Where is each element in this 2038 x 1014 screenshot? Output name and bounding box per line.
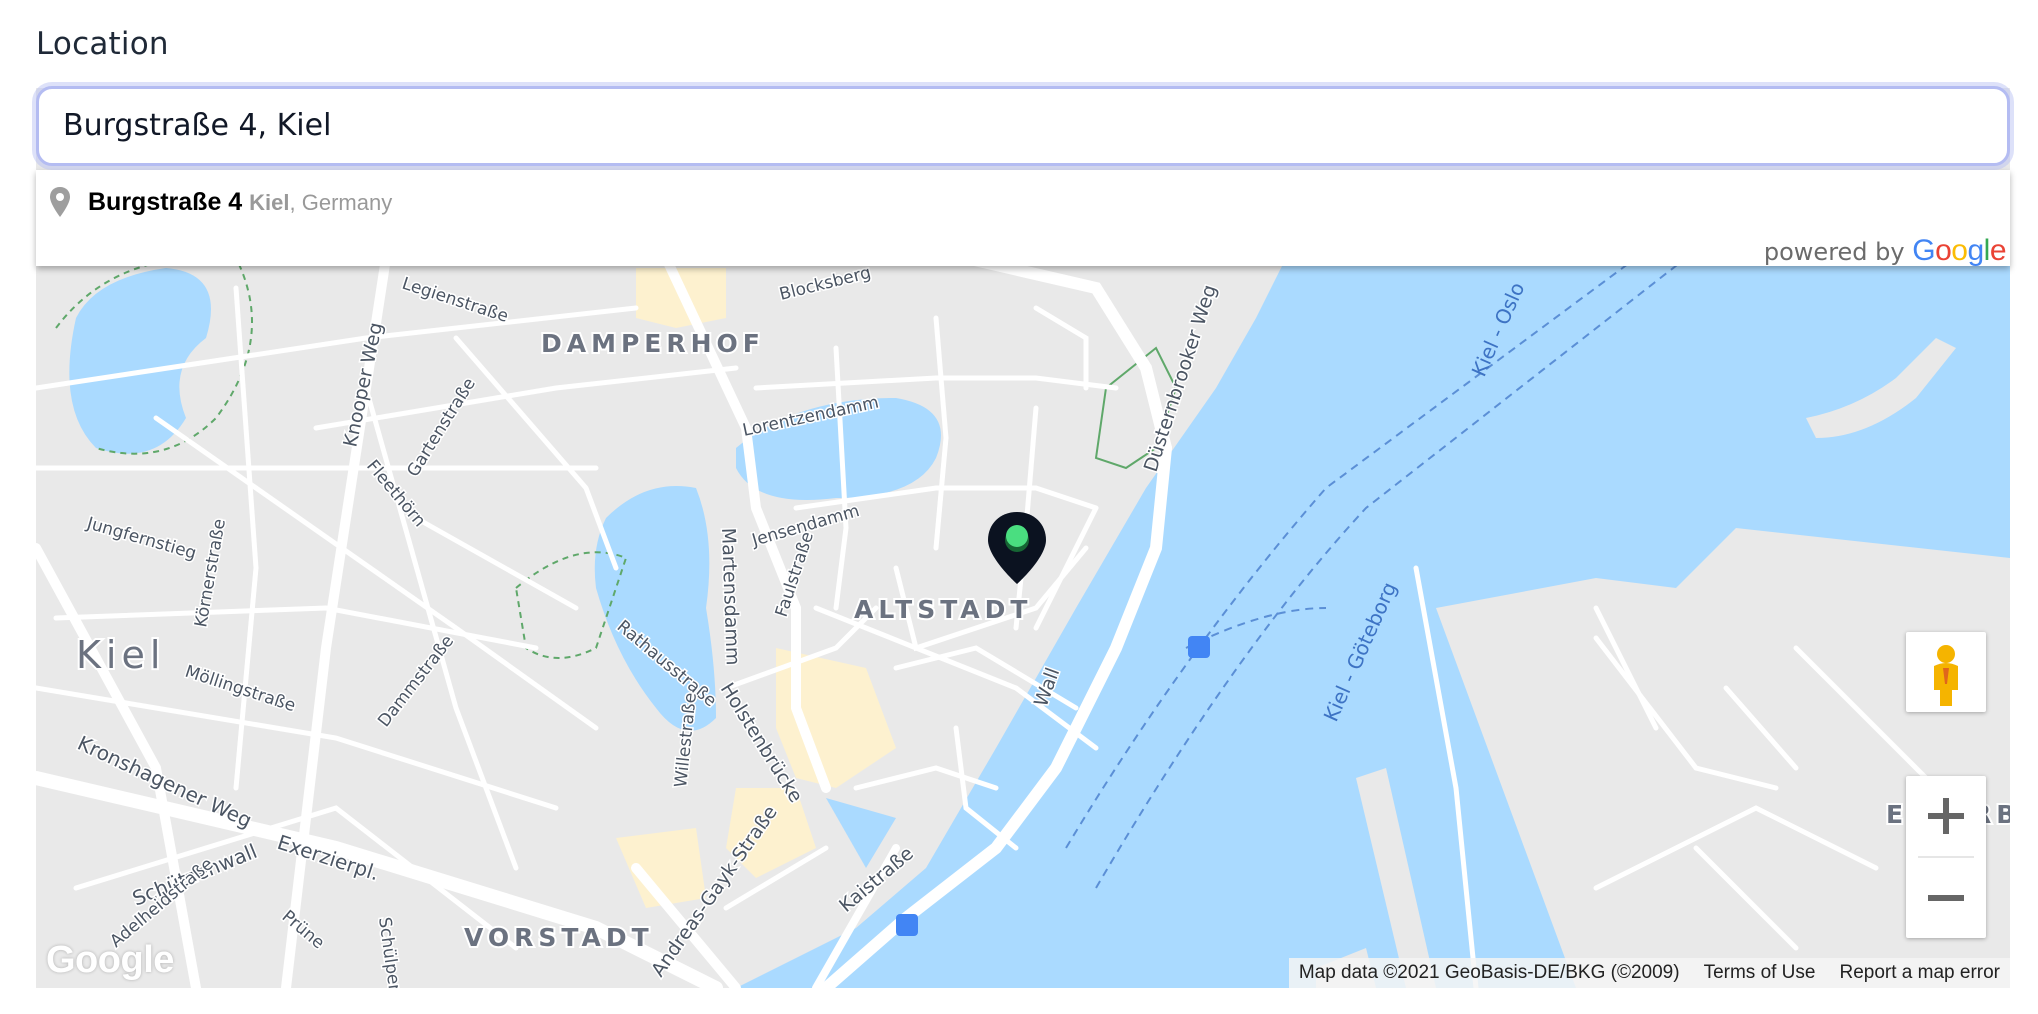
powered-by-google: powered by Google (1763, 234, 2007, 267)
report-map-error-link[interactable]: Report a map error (1839, 962, 2000, 984)
autocomplete-suggestion[interactable]: Burgstraße 4 Kiel, Germany (36, 170, 2010, 234)
label-damperhof: DAMPERHOF (541, 329, 765, 358)
powered-by-text: powered by (1763, 238, 1905, 266)
minus-icon (1928, 895, 1964, 901)
zoom-in-button[interactable] (1906, 776, 1986, 856)
label-kiel: Kiel (76, 633, 165, 677)
map-attribution: Map data ©2021 GeoBasis-DE/BKG (©2009) T… (1288, 958, 2010, 988)
label-altstadt: ALTSTADT (854, 595, 1032, 624)
zoom-control (1906, 776, 1986, 938)
suggestion-country: , Germany (289, 190, 393, 215)
map-data-credit[interactable]: Map data ©2021 GeoBasis-DE/BKG (©2009) (1299, 962, 1680, 984)
plus-icon (1928, 798, 1964, 834)
map-pin-icon[interactable] (986, 510, 1048, 586)
google-map-logo[interactable]: Google (46, 939, 174, 982)
suggestion-city: Kiel (249, 190, 290, 215)
pegman-icon (1934, 645, 1958, 706)
location-input[interactable]: Burgstraße 4, Kiel (36, 86, 2010, 166)
google-logo: Google (1912, 234, 2006, 267)
label-vorstadt: VORSTADT (464, 923, 654, 952)
location-label: Location (36, 26, 169, 62)
autocomplete-dropdown: Burgstraße 4 Kiel, Germany powered by Go… (36, 170, 2010, 267)
street-view-pegman-button[interactable] (1906, 632, 1986, 712)
terms-of-use-link[interactable]: Terms of Use (1704, 962, 1816, 984)
location-pin-icon (50, 187, 70, 217)
zoom-out-button[interactable] (1906, 858, 1986, 938)
suggestion-main-text: Burgstraße 4 Kiel, Germany (88, 188, 393, 216)
